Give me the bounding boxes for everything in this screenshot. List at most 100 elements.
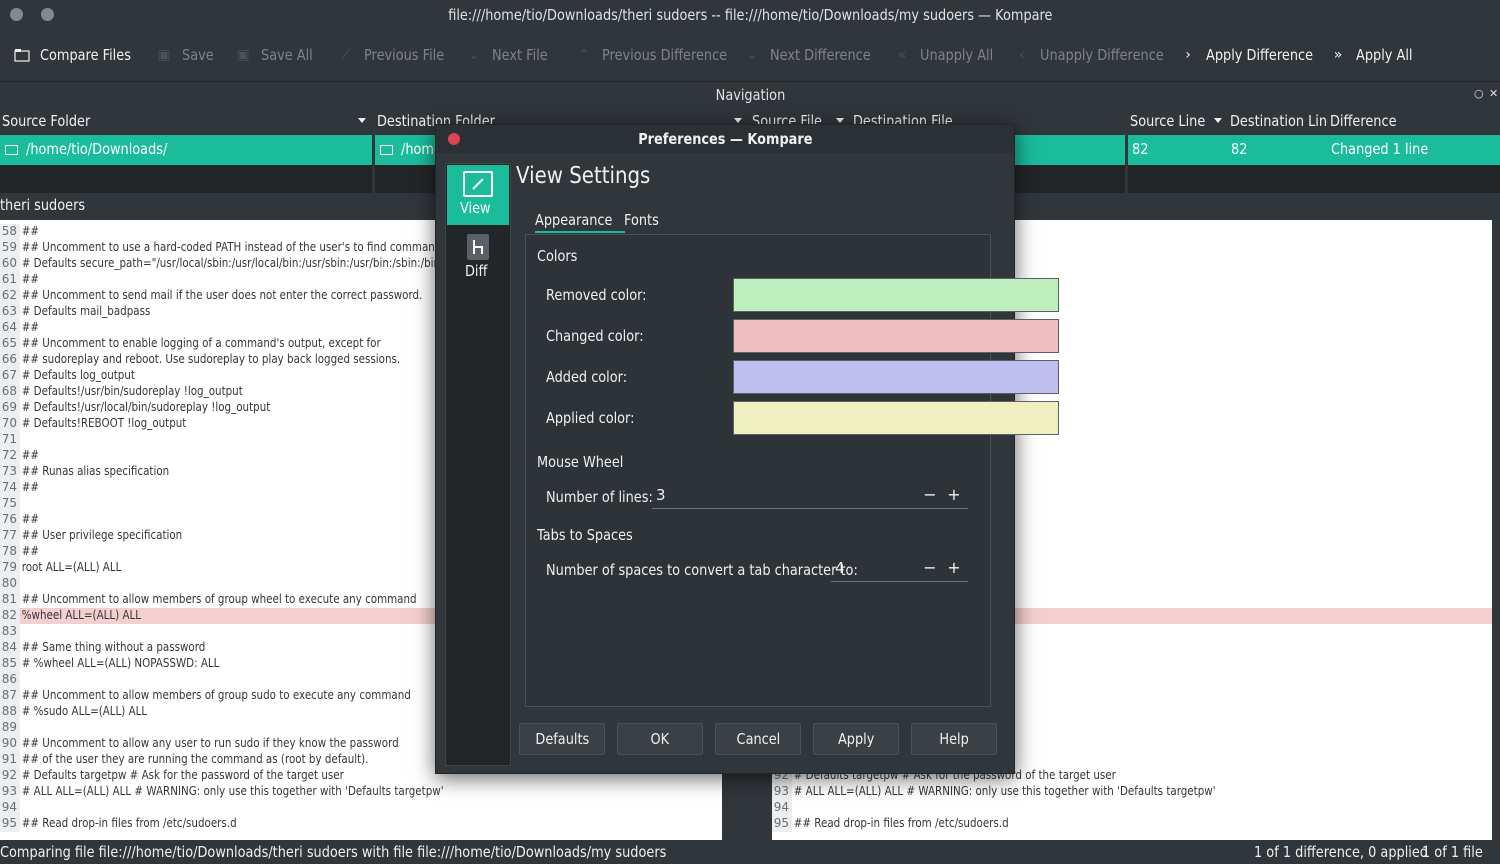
apply-difference-button[interactable]: › Apply Difference [1180,44,1330,66]
page-view[interactable]: View [447,165,509,225]
help-button[interactable]: Help [911,723,997,755]
line-number: 93 [0,784,20,800]
scrollbar[interactable] [1492,220,1500,840]
folder-icon [14,47,30,63]
page-diff[interactable]: Diff [447,228,509,288]
line-number: 90 [0,736,20,752]
line-text: root ALL=(ALL) ALL [21,560,122,574]
lines-spinbox[interactable]: 3 − + [652,483,968,509]
removed-color-button[interactable] [733,278,1059,312]
folder-icon [380,145,393,155]
line-number: 70 [0,416,20,432]
line-text: ## Read drop-in files from /etc/sudoers.… [793,816,1009,830]
line-number: 88 [0,704,20,720]
previous-difference-button[interactable]: ⌃ Previous Difference [576,44,748,66]
close-dock-icon[interactable]: ✕ [1489,87,1498,100]
save-all-button[interactable]: ▣ Save All [235,44,321,66]
line-text: # %sudo ALL=(ALL) ALL [21,704,148,718]
double-left-icon: « [897,47,907,63]
line-text: ## Read drop-in files from /etc/sudoers.… [21,816,237,830]
source-folder-row[interactable]: /home/tio/Downloads/ [0,135,372,165]
compare-files-button[interactable]: Compare Files [14,44,146,66]
line-text: # %wheel ALL=(ALL) NOPASSWD: ALL [21,656,220,670]
line-number: 59 [0,240,20,256]
line-number: 75 [0,496,20,512]
line-number: 60 [0,256,20,272]
preferences-dialog: Preferences — Kompare View Diff View Set… [435,124,1059,774]
close-dialog-icon[interactable] [448,133,460,145]
line-text: # Defaults!REBOOT !log_output [21,416,187,430]
line-text: # ALL ALL=(ALL) ALL # WARNING: only use … [793,784,1216,798]
tab-appearance[interactable]: Appearance [535,209,626,233]
line-number: 69 [0,400,20,416]
left-icon: ‹ [1019,47,1025,63]
line-text: # Defaults!/usr/bin/sudoreplay !log_outp… [21,384,243,398]
main-toolbar: Compare Files ▣ Save ▣ Save All ⟋ Previo… [0,30,1500,82]
status-bar: Comparing file file:///home/tio/Download… [0,841,1500,864]
line-number: 72 [0,448,20,464]
increment-icon[interactable]: + [946,485,962,504]
line-number: 79 [0,560,20,576]
unapply-all-button[interactable]: « Unapply All [894,44,1005,66]
line-text: ## Uncomment to allow members of group w… [21,592,417,606]
difference-row[interactable]: 82 82 Changed 1 line [1128,135,1500,165]
added-color-label: Added color: [546,368,628,386]
line-number: 61 [0,272,20,288]
tab-fonts[interactable]: Fonts [624,209,664,231]
destination-line-header[interactable]: Destination Line [1228,110,1335,134]
diff-line: 95 ## Read drop-in files from /etc/sudoer… [772,816,1492,832]
line-number: 77 [0,528,20,544]
file-count: 1 of 1 file [1422,843,1483,861]
line-number: 89 [0,720,20,736]
line-text: ## User privilege specification [21,528,183,542]
previous-file-icon: ⟋ [341,47,351,63]
line-text: ## [21,544,40,558]
line-text: ## [21,272,40,286]
line-text: ## Same thing without a password [21,640,206,654]
applied-color-button[interactable] [733,401,1059,435]
line-text: %wheel ALL=(ALL) ALL [21,608,142,622]
line-number: 71 [0,432,20,448]
next-difference-button[interactable]: ⌄ Next Difference [744,44,887,66]
apply-all-button[interactable]: » Apply All [1330,44,1422,66]
line-number: 74 [0,480,20,496]
right-icon: › [1185,47,1191,63]
defaults-button[interactable]: Defaults [519,723,605,755]
source-folder-header[interactable]: Source Folder [0,110,372,134]
line-text: # Defaults log_output [21,368,135,382]
applied-color-label: Applied color: [546,409,635,427]
unapply-difference-button[interactable]: ‹ Unapply Difference [1014,44,1184,66]
changed-color-button[interactable] [733,319,1059,353]
save-button[interactable]: ▣ Save [156,44,219,66]
difference-count: 1 of 1 difference, 0 applied [1254,843,1429,861]
spaces-spinbox[interactable]: 4 − + [831,556,968,582]
previous-file-button[interactable]: ⟋ Previous File [338,44,457,66]
line-number: 62 [0,288,20,304]
line-number: 84 [0,640,20,656]
mouse-wheel-group-title: Mouse Wheel [537,453,624,471]
increment-icon[interactable]: + [946,558,962,577]
added-color-button[interactable] [733,360,1059,394]
line-text: ## Uncomment to enable logging of a comm… [21,336,381,350]
decrement-icon[interactable]: − [922,485,938,504]
decrement-icon[interactable]: − [922,558,938,577]
cancel-button[interactable]: Cancel [715,723,801,755]
next-file-button[interactable]: ⌄ Next File [466,44,557,66]
difference-header[interactable]: Difference [1328,110,1500,134]
line-text: ## [21,320,40,334]
diff-file-label: theri sudoers [0,196,86,214]
diff-line: 93 # ALL ALL=(ALL) ALL # WARNING: only us… [772,784,1492,800]
apply-button[interactable]: Apply [813,723,899,755]
line-number: 87 [0,688,20,704]
float-dock-icon[interactable]: ○ [1474,87,1484,100]
ok-button[interactable]: OK [617,723,703,755]
line-number: 78 [0,544,20,560]
line-number: 68 [0,384,20,400]
view-settings-icon [463,171,493,197]
line-number: 93 [772,784,792,800]
line-number: 95 [0,816,20,832]
source-line-header[interactable]: Source Line [1128,110,1228,134]
line-number: 64 [0,320,20,336]
sort-arrow-icon [734,118,742,123]
line-text: # ALL ALL=(ALL) ALL # WARNING: only use … [21,784,444,798]
